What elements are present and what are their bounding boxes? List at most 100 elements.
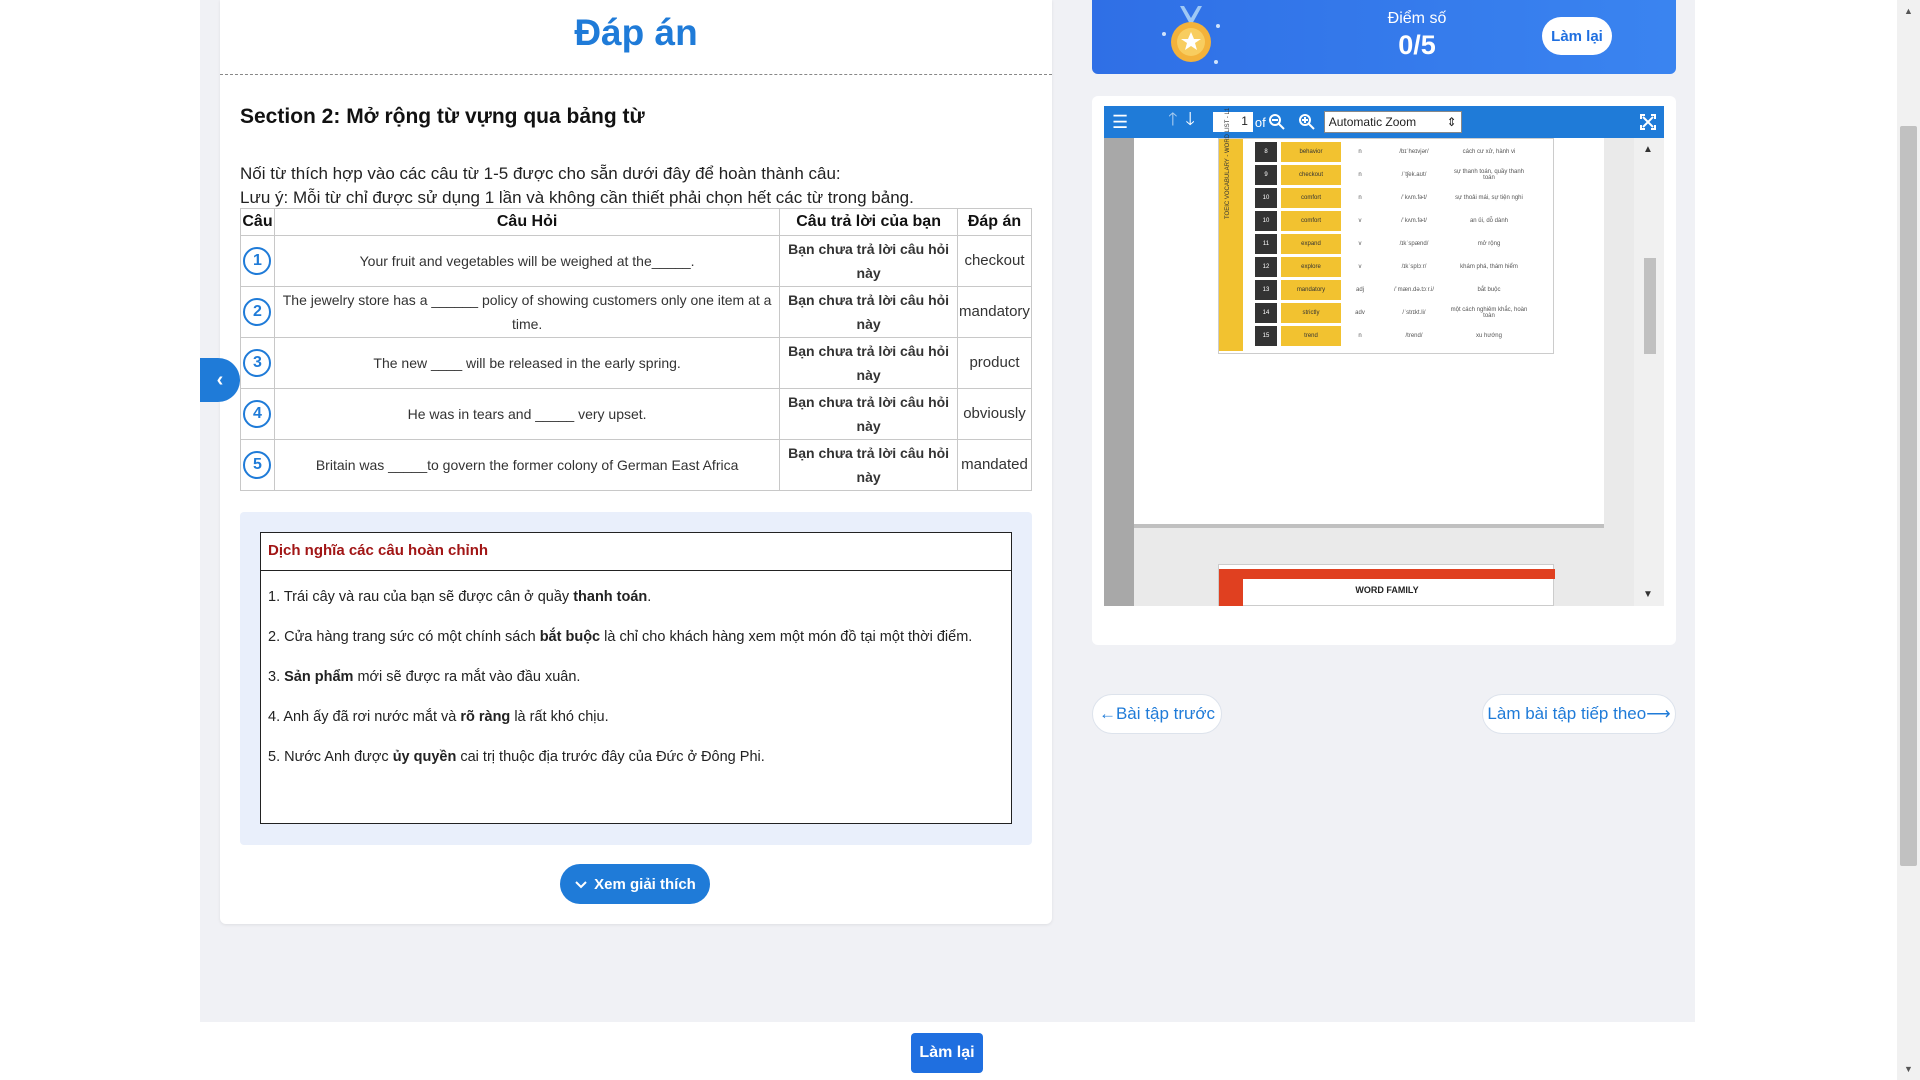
vocab-cell: adj	[1355, 287, 1364, 293]
pdf-scroll-thumb[interactable]	[1644, 258, 1656, 354]
translation-body: 1. Trái cây và rau của bạn sẽ được cân ở…	[261, 571, 1011, 769]
vocab-cell: cách cư xử, hành vi	[1462, 149, 1516, 155]
page-scroll-thumb[interactable]	[1900, 126, 1917, 866]
table-row: 3 The new ____ will be released in the e…	[240, 337, 1033, 389]
correct-answer: mandatory	[956, 286, 1033, 338]
translation-line: 1. Trái cây và rau của bạn sẽ được cân ở…	[268, 589, 652, 605]
vocab-cell: xu hướng	[1476, 333, 1502, 339]
retry-button[interactable]: Làm lại	[1542, 17, 1612, 55]
vocab-cell: mandatory	[1281, 280, 1341, 300]
question-number-badge: 5	[243, 451, 272, 479]
vocab-cell: comfort	[1281, 211, 1341, 231]
chevron-down-icon	[575, 881, 587, 889]
vocab-row: 10 comfort n/ˈkʌm.fɚt/sự thoải mái, sự tiệ…	[1255, 187, 1551, 209]
instructions: Nối từ thích hợp vào các câu từ 1-5 được…	[240, 162, 914, 210]
vocab-cell: v	[1358, 241, 1362, 247]
vocab-cell: /ˈstrɪkt.li/	[1402, 310, 1426, 316]
table-row: 1 Your fruit and vegetables will be weig…	[240, 235, 1033, 287]
vocab-cell: expand	[1281, 234, 1341, 254]
instruction-line-2: Lưu ý: Mỗi từ chỉ được sử dụng 1 lần và …	[240, 188, 914, 207]
vocab-cell: 10	[1255, 211, 1277, 231]
your-answer: Bạn chưa trả lời câu hỏi này	[779, 337, 958, 389]
header-your-answer: Câu trả lời của bạn	[779, 208, 958, 236]
vocab-cell: strictly	[1281, 303, 1341, 323]
page-number-input[interactable]: 1	[1212, 112, 1253, 132]
vocab-cell: v	[1358, 218, 1362, 224]
score-label: Điểm số	[1387, 10, 1447, 27]
arrow-down-icon[interactable]: 🡓	[1186, 107, 1195, 137]
vocab-row: 9 checkout n/ˈtʃek.aʊt/sự thanh toán, quầy…	[1255, 164, 1551, 186]
pdf-document-area[interactable]: TOEIC VOCABULARY - WORD LIST - L1 8 behav…	[1104, 108, 1634, 606]
next-exercise-button[interactable]: Làm bài tập tiếp theo⟶	[1482, 694, 1676, 734]
answer-card: Đáp án Section 2: Mở rộng từ vựng qua bả…	[220, 0, 1052, 924]
section-title: Section 2: Mở rộng từ vựng qua bảng từ	[240, 105, 645, 128]
vocab-cell: checkout	[1281, 165, 1341, 185]
zoom-select[interactable]: Automatic Zoom ⇕	[1323, 111, 1462, 133]
zoom-in-icon[interactable]	[1298, 113, 1316, 131]
your-answer: Bạn chưa trả lời câu hỏi này	[779, 286, 958, 338]
vocabulary-table-image: TOEIC VOCABULARY - WORD LIST - L1 8 behav…	[1218, 108, 1554, 354]
vocab-cell: trend	[1281, 326, 1341, 346]
vocab-row: 14 strictly adv/ˈstrɪkt.li/một cách nghiêm…	[1255, 302, 1551, 324]
your-answer: Bạn chưa trả lời câu hỏi này	[779, 388, 958, 440]
scroll-up-icon[interactable]: ▲	[1643, 144, 1653, 155]
answer-table: Câu Câu Hỏi Câu trả lời của bạn Đáp án 1…	[240, 208, 1033, 491]
zoom-out-icon[interactable]	[1268, 113, 1286, 131]
menu-icon[interactable]: ☰	[1112, 112, 1128, 133]
previous-exercise-button[interactable]: ←Bài tập trước	[1092, 694, 1222, 734]
vocab-cell: /bɪˈheɪvjər/	[1399, 149, 1429, 155]
vocab-cell: n	[1358, 172, 1362, 178]
translation-line: 4. Anh ấy đã rơi nước mắt và rõ ràng là …	[268, 709, 609, 725]
score-value: 0/5	[1398, 30, 1436, 60]
vocab-row: 13 mandatory adj/ˈmæn.də.tɔːr.i/bắt buộc	[1255, 279, 1551, 301]
translation-line: 3. Sản phẩm mới sẽ được ra mắt vào đầu x…	[268, 669, 581, 685]
table-row: 2 The jewelry store has a ______ policy …	[240, 286, 1033, 338]
vocab-cell: 9	[1255, 165, 1277, 185]
question-number-badge: 1	[243, 247, 272, 275]
pdf-page-2: WORD FAMILY	[1218, 564, 1555, 606]
vocab-cell: khám phá, thám hiểm	[1460, 264, 1518, 270]
page2-title: WORD FAMILY	[1355, 585, 1419, 595]
vocab-cell: /ˈmæn.də.tɔːr.i/	[1393, 287, 1434, 293]
pdf-scrollbar[interactable]: ▲ ▼	[1634, 138, 1664, 606]
translation-line: 5. Nước Anh được ủy quyền cai trị thuộc …	[268, 749, 765, 765]
question-text: Your fruit and vegetables will be weighe…	[273, 235, 781, 287]
header-cau: Câu	[240, 208, 275, 236]
question-text: Britain was _____to govern the former co…	[273, 439, 781, 491]
vocab-cell: v	[1358, 264, 1362, 270]
vocab-cell: /ɪkˈsplɔːr/	[1401, 264, 1427, 270]
vocab-cell: adv	[1355, 310, 1365, 316]
vocab-cell: 12	[1255, 257, 1277, 277]
scroll-down-icon[interactable]: ▼	[1643, 589, 1653, 600]
vocab-cell: mở rộng	[1477, 241, 1501, 247]
header-dap-an: Đáp án	[956, 208, 1033, 236]
vocab-cell: 10	[1255, 188, 1277, 208]
page-of-label: of	[1254, 114, 1266, 130]
medal-icon	[1162, 6, 1220, 64]
bottom-retry-button[interactable]: Làm lại	[911, 1033, 983, 1073]
vocab-cell: n	[1358, 149, 1362, 155]
fullscreen-icon[interactable]	[1640, 114, 1656, 130]
question-number-badge: 2	[243, 298, 272, 326]
score-card: Điểm số 0/5 Làm lại	[1092, 0, 1676, 74]
vocab-cell: 14	[1255, 303, 1277, 323]
table-row: 4 He was in tears and _____ very upset. …	[240, 388, 1033, 440]
vocab-row: 15 trend n/trend/xu hướng	[1255, 325, 1551, 347]
vocab-cell: n	[1358, 333, 1362, 339]
vocab-cell: an ủi, dỗ dành	[1469, 218, 1509, 224]
page-scrollbar[interactable]: ▲ ▼	[1897, 0, 1920, 1080]
arrow-up-icon[interactable]: 🡑	[1168, 107, 1177, 137]
vocab-cell: 11	[1255, 234, 1277, 254]
question-text: The jewelry store has a ______ policy of…	[273, 286, 781, 338]
pdf-viewer-card: ☰ 🡑 🡓 1 of Automatic Zoom ⇕ TOEIC VOCABUL…	[1092, 96, 1676, 645]
vocab-cell: sự thoải mái, sự tiện nghi	[1455, 195, 1523, 201]
scroll-up-icon[interactable]: ▲	[1904, 6, 1913, 16]
vocab-row: 8 behavior n/bɪˈheɪvjər/cách cư xử, hành v…	[1255, 141, 1551, 163]
your-answer: Bạn chưa trả lời câu hỏi này	[779, 235, 958, 287]
page-title: Đáp án	[574, 12, 698, 53]
vocab-sidebar: TOEIC VOCABULARY - WORD LIST - L1	[1219, 108, 1243, 351]
show-explanation-button[interactable]: Xem giải thích	[560, 864, 710, 904]
vocab-cell: explore	[1281, 257, 1341, 277]
vocab-cell: bắt buộc	[1477, 287, 1501, 293]
scroll-down-icon[interactable]: ▼	[1904, 1064, 1913, 1074]
